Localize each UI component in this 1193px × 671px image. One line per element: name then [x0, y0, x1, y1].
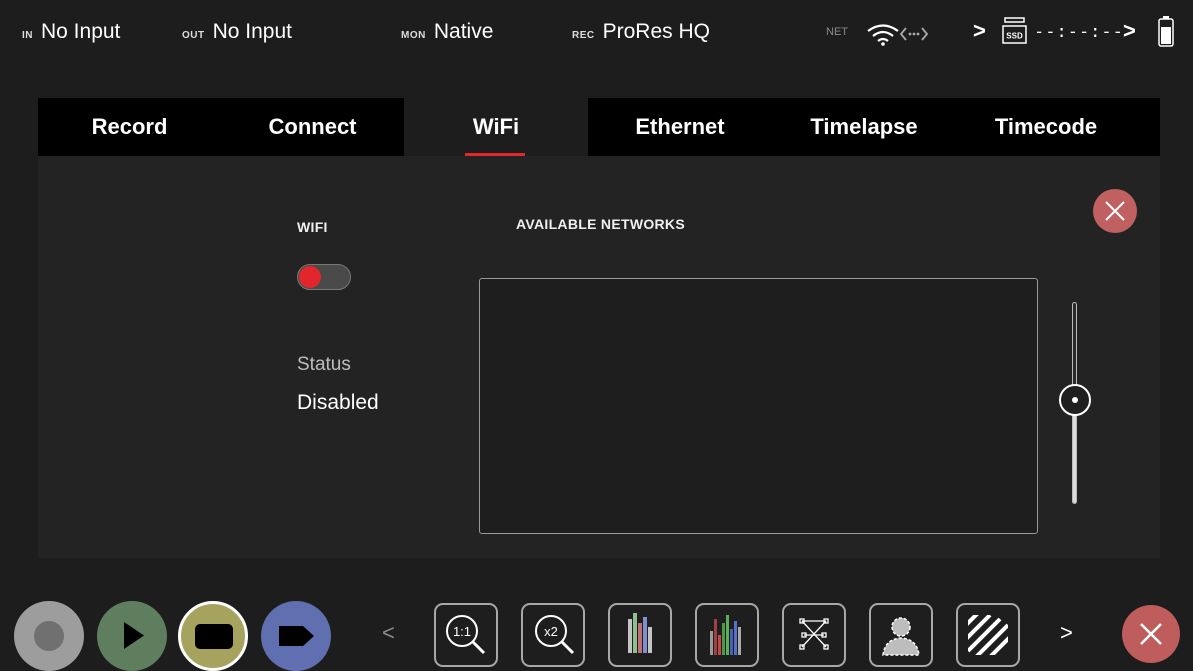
output-value: No Input [212, 20, 292, 43]
bottom-close-button[interactable] [1122, 605, 1180, 663]
wifi-toggle[interactable] [297, 264, 351, 290]
histogram-icon [710, 615, 741, 655]
network-tag: NET [826, 26, 848, 38]
output-status[interactable]: OUT No Input [182, 20, 292, 44]
output-tag: OUT [182, 30, 205, 41]
ssd-icon[interactable]: SSD [1002, 17, 1027, 47]
zoom-1-1-button[interactable]: 1:1 [434, 603, 498, 667]
tab-record[interactable]: Record [38, 98, 221, 156]
focus-icon [799, 618, 829, 650]
tools-prev-chevron[interactable]: < [382, 620, 395, 646]
settings-tabs: Record Connect WiFi Ethernet Timelapse T… [38, 98, 1160, 156]
available-networks-list[interactable] [479, 278, 1038, 534]
storage-next-chevron[interactable]: > [1123, 18, 1136, 44]
monitor-status[interactable]: MON Native [401, 20, 493, 44]
record-tag: REC [572, 30, 595, 41]
monitor-button[interactable] [178, 601, 248, 671]
record-value: ProRes HQ [602, 20, 710, 43]
tag-icon [279, 626, 314, 646]
play-icon [124, 622, 144, 649]
play-button[interactable] [97, 601, 167, 671]
input-tag: IN [22, 30, 33, 41]
close-icon [1105, 201, 1125, 221]
tab-ethernet[interactable]: Ethernet [588, 98, 772, 156]
network-status[interactable]: NET [826, 26, 848, 38]
monitor-value: Native [433, 20, 494, 43]
ssd-label: SSD [1006, 32, 1023, 41]
tab-wifi[interactable]: WiFi [404, 98, 588, 156]
zoom-x2-label: x2 [544, 624, 558, 639]
waveform-icon [628, 613, 652, 653]
tab-timecode[interactable]: Timecode [956, 98, 1136, 156]
zebra-icon [968, 615, 1008, 655]
status-label: Status [297, 354, 351, 375]
wifi-label: WIFI [297, 219, 328, 235]
timecode-display: --:--:-- [1034, 22, 1124, 42]
magnifier-icon: 1:1 [446, 615, 486, 655]
waveform-button[interactable] [608, 603, 672, 667]
magnifier-icon: x2 [535, 615, 575, 655]
record-button[interactable] [14, 601, 84, 671]
status-value: Disabled [297, 391, 379, 414]
panel-close-button[interactable] [1093, 189, 1137, 233]
network-link-icon [899, 27, 929, 41]
status-next-chevron[interactable]: > [973, 18, 986, 44]
battery-icon [1158, 16, 1174, 47]
focus-peaking-button[interactable] [782, 603, 846, 667]
wifi-toggle-knob [299, 266, 321, 288]
tab-timelapse[interactable]: Timelapse [772, 98, 956, 156]
histogram-button[interactable] [695, 603, 759, 667]
zoom-1-1-label: 1:1 [453, 624, 471, 639]
input-status[interactable]: IN No Input [22, 20, 120, 44]
tools-next-chevron[interactable]: > [1060, 620, 1073, 646]
record-status[interactable]: REC ProRes HQ [572, 20, 710, 44]
close-icon [1140, 623, 1162, 645]
tag-button[interactable] [261, 601, 331, 671]
monitor-tag: MON [401, 30, 426, 41]
zebra-button[interactable] [956, 603, 1020, 667]
zoom-x2-button[interactable]: x2 [521, 603, 585, 667]
input-value: No Input [41, 20, 121, 43]
status-bar: IN No Input OUT No Input MON Native REC … [0, 0, 1193, 70]
record-icon [34, 621, 64, 651]
scroll-slider-handle[interactable] [1059, 384, 1091, 416]
available-networks-label: AVAILABLE NETWORKS [516, 216, 685, 232]
monitor-icon [195, 624, 233, 649]
false-color-button[interactable] [869, 603, 933, 667]
tab-connect[interactable]: Connect [221, 98, 404, 156]
wifi-icon [867, 24, 899, 46]
person-icon [882, 617, 920, 656]
